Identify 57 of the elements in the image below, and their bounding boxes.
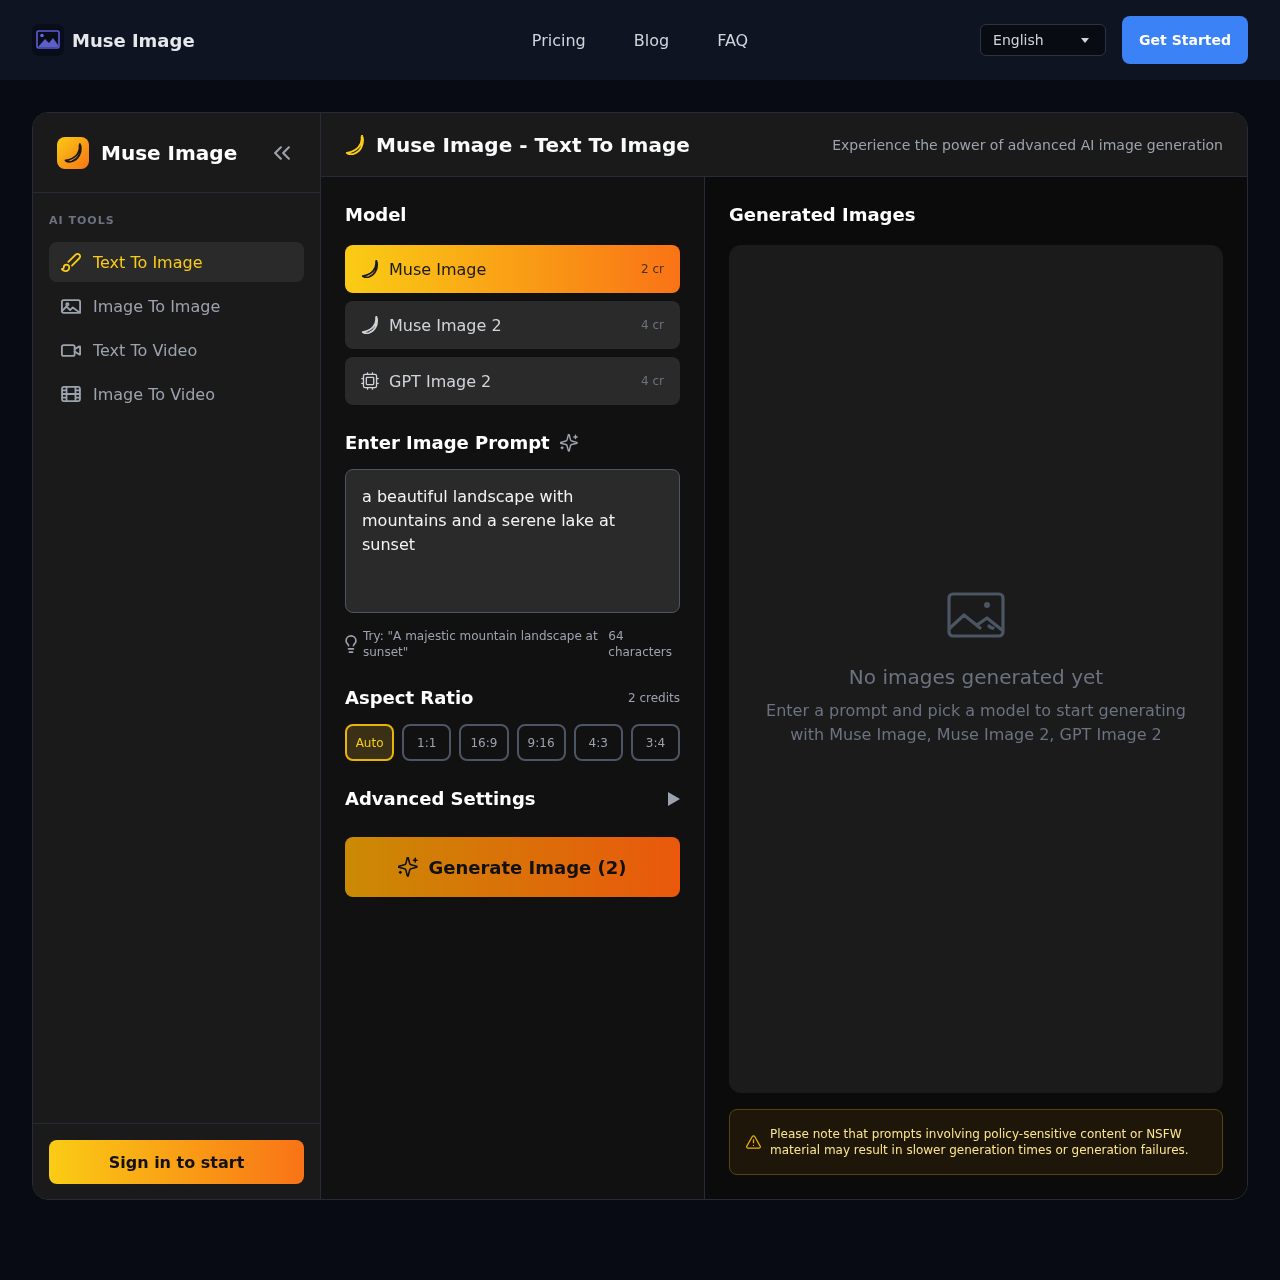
- page-subtitle: Experience the power of advanced AI image generation: [832, 136, 1223, 153]
- sidebar-item[interactable]: Text To Image: [49, 242, 304, 282]
- sparkles-icon: [398, 857, 419, 877]
- sidebar-item[interactable]: Text To Video: [49, 330, 304, 370]
- video-camera-icon: [61, 343, 81, 357]
- prompt-hint: Try: "A majestic mountain landscape at sunset": [363, 628, 599, 660]
- empty-state-text: Enter a prompt and pick a model to start generating with Muse Image, Muse Image 2, GPT Image 2: [765, 699, 1187, 746]
- section-heading: Generated Images: [729, 203, 917, 227]
- lightbulb-icon: [345, 635, 357, 653]
- credit-cost: 4 cr: [641, 318, 664, 332]
- nav-link[interactable]: FAQ: [717, 30, 749, 50]
- warning-icon: [746, 1135, 761, 1149]
- banana-logo-icon: [57, 136, 89, 169]
- aspect-ratio-option[interactable]: 16:9: [459, 724, 509, 761]
- language-select[interactable]: English: [980, 24, 1107, 56]
- brand-name: Muse Image: [101, 140, 238, 165]
- section-heading: Enter Image Prompt: [345, 431, 550, 455]
- sidebar-item[interactable]: Image To Image: [49, 286, 304, 326]
- image-icon: [61, 298, 81, 314]
- credit-cost: 2 credits: [628, 691, 680, 705]
- get-started-button[interactable]: Get Started: [1122, 16, 1248, 64]
- model-option[interactable]: GPT Image 2 4 cr: [345, 357, 680, 405]
- page-title: Muse Image - Text To Image: [376, 132, 690, 157]
- banana-icon: [361, 316, 379, 334]
- double-chevron-left-icon: [274, 145, 290, 160]
- aspect-ratio-option[interactable]: 9:16: [516, 724, 566, 761]
- prompt-input[interactable]: a beautiful landscape with mountains and a serene lake at sunset: [345, 469, 680, 613]
- notice-text: Please note that prompts involving policy-sensitive content or NSFW material may result in slower generation times or generation failures.: [770, 1126, 1190, 1158]
- empty-state-title: No images generated yet: [848, 663, 1104, 691]
- picture-logo-icon: [32, 24, 64, 56]
- sidebar-item[interactable]: Image To Video: [49, 374, 304, 414]
- chip-icon: [361, 372, 379, 390]
- aspect-ratio-option[interactable]: Auto: [345, 724, 395, 761]
- brand-name: Muse Image: [72, 29, 195, 51]
- advanced-settings-toggle[interactable]: Advanced Settings: [345, 785, 680, 813]
- credit-cost: 2 cr: [641, 262, 664, 276]
- banana-icon: [345, 134, 365, 155]
- section-label: AI TOOLS: [49, 213, 115, 229]
- section-heading: Model: [345, 203, 408, 227]
- image-icon: [947, 591, 1005, 638]
- aspect-ratio-option[interactable]: 3:4: [630, 724, 680, 761]
- film-strip-icon: [61, 386, 81, 402]
- aspect-ratio-option[interactable]: 4:3: [573, 724, 623, 761]
- section-heading: Aspect Ratio: [345, 686, 474, 710]
- dropdown-caret-icon: [1081, 37, 1090, 43]
- banana-icon: [361, 260, 379, 278]
- nav-link[interactable]: Blog: [633, 30, 670, 50]
- nav-link[interactable]: Pricing: [531, 30, 586, 50]
- paintbrush-icon: [61, 252, 81, 272]
- model-option[interactable]: Muse Image 2 cr: [345, 245, 680, 293]
- generate-button[interactable]: Generate Image (2): [345, 837, 680, 897]
- model-option[interactable]: Muse Image 2 4 cr: [345, 301, 680, 349]
- sign-in-button[interactable]: Sign in to start: [49, 1140, 304, 1184]
- credit-cost: 4 cr: [641, 374, 664, 388]
- sparkles-icon: [559, 434, 578, 452]
- aspect-ratio-option[interactable]: 1:1: [402, 724, 452, 761]
- character-count: 64 characters: [608, 628, 672, 660]
